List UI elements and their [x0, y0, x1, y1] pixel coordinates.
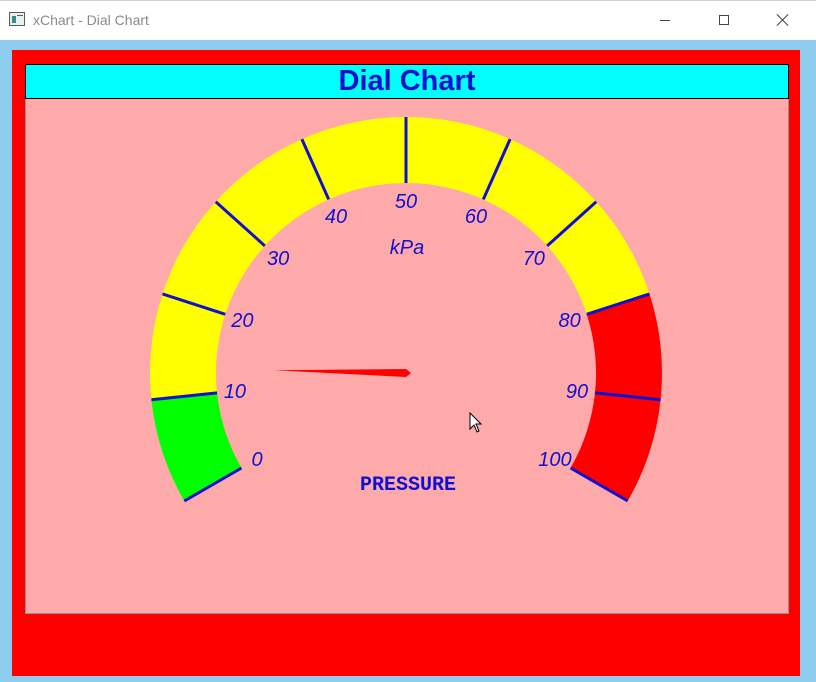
dial-tick-label: 30	[267, 248, 289, 270]
dial-tick-label: 10	[224, 381, 246, 403]
dial-tick-label: 70	[523, 248, 545, 270]
dial-tick-label: 100	[538, 449, 571, 471]
mouse-cursor-icon	[469, 412, 483, 433]
units-label: kPa	[390, 237, 424, 259]
dial-tick-label: 60	[465, 206, 487, 228]
dial-chart: 0 10 20 30 40 50 60 70 80 90 100 kPa PRESSURE	[150, 117, 662, 503]
dial-tick-label: 80	[558, 310, 580, 332]
dial-tick-label: 90	[566, 381, 588, 403]
dial-label: PRESSURE	[360, 474, 456, 497]
dial-tick-label: 50	[395, 191, 417, 213]
dial-needle	[274, 369, 411, 377]
dial-tick-label: 40	[325, 206, 347, 228]
dial-tick-label: 0	[251, 449, 262, 471]
dial-tick-label: 20	[230, 310, 253, 332]
dial-band-0	[151, 392, 242, 501]
